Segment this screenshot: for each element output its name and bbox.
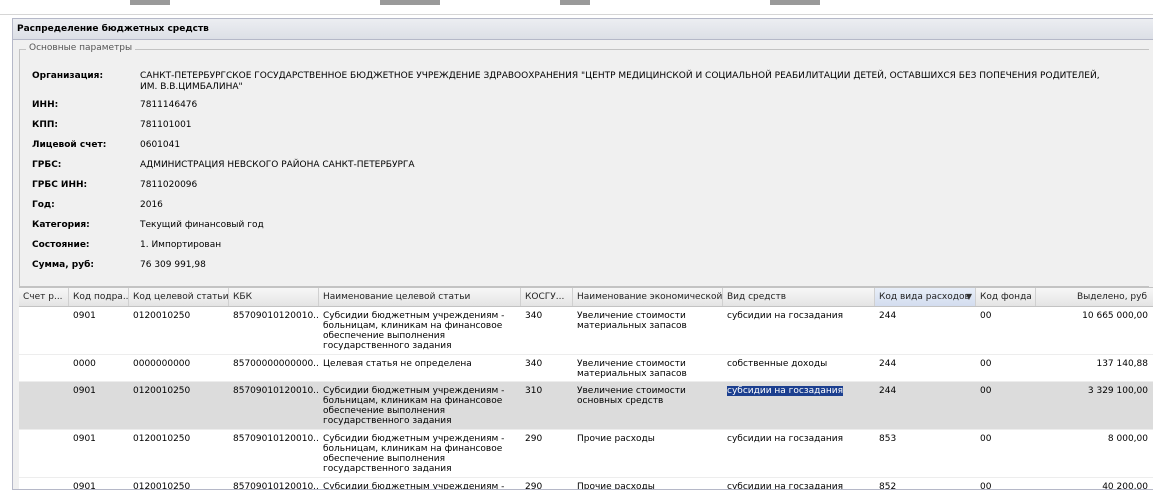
field-value: Текущий финансовый год [140,220,264,230]
field-label: ГРБС: [32,160,62,170]
col-header-kbk[interactable]: КБК [229,288,319,306]
cell-dept-code: 0901 [73,386,96,396]
cell-fund-code: 00 [980,311,992,321]
cell-funds-type: собственные доходы [727,359,828,369]
cell-dept-code: 0901 [73,311,96,321]
cell-allocated: 10 665 000,00 [1082,311,1148,321]
cell-econ-name: Увеличение стоимости материальных запасо… [577,311,687,331]
cell-dept-code: 0901 [73,482,96,490]
sort-desc-icon[interactable]: ▼ [966,288,972,306]
cell-econ-name: Прочие расходы [577,482,655,490]
field-value: САНКТ-ПЕТЕРБУРГСКОЕ ГОСУДАРСТВЕННОЕ БЮДЖ… [140,71,1100,92]
col-header-target-name[interactable]: Наименование целевой статьи [319,288,521,306]
cell-kosgu: 290 [525,434,543,444]
browser-toolbar-strip [0,0,1153,15]
field-label: Сумма, руб: [32,260,95,270]
cell-kbk: 85709010120010... [233,482,319,490]
field-value: 1. Импортирован [140,240,222,250]
field-label: Организация: [32,71,104,81]
cell-dept-code: 0000 [73,359,96,369]
field-label: ГРБС ИНН: [32,180,88,190]
cell-target-code: 0120010250 [133,311,191,321]
field-label: Год: [32,200,55,210]
col-header-label: Код вида расходов [879,292,970,302]
col-header-expense-code[interactable]: Код вида расходов ▼ [875,288,976,306]
field-label: Лицевой счет: [32,140,107,150]
panel-title: Распределение бюджетных средств [13,19,1153,40]
cell-fund-code: 00 [980,359,992,369]
col-header-fund-code[interactable]: Код фонда [976,288,1036,306]
table-row-selected[interactable]: 0901 0120010250 85709010120010... Субсид… [19,382,1153,430]
cell-econ-name: Увеличение стоимости материальных запасо… [577,359,687,379]
col-header-allocated[interactable]: Выделено, руб [1036,288,1153,306]
col-header-kosgu[interactable]: КОСГУ... [521,288,573,306]
cell-kosgu: 340 [525,359,543,369]
cell-kosgu: 310 [525,386,543,396]
table-row[interactable]: 0901 0120010250 85709010120010... Субсид… [19,307,1153,355]
table-row[interactable]: 0901 0120010250 85709010120010... Субсид… [19,430,1153,478]
cell-expense-code: 852 [879,482,897,490]
cell-kbk: 85709010120010... [233,311,319,321]
cell-econ-name: Прочие расходы [577,434,655,444]
field-value: АДМИНИСТРАЦИЯ НЕВСКОГО РАЙОНА САНКТ-ПЕТЕ… [140,160,415,170]
table-row[interactable]: 0901 0120010250 85709010120010... Субсид… [19,478,1153,490]
cell-target-code: 0120010250 [133,482,191,490]
field-value: 7811146476 [140,100,198,110]
cell-target-name: Субсидии бюджетным учреждениям - больниц… [323,311,505,351]
cell-expense-code: 853 [879,434,897,444]
cell-target-name: Субсидии бюджетным учреждениям - больниц… [323,386,505,426]
field-label: ИНН: [32,100,59,110]
field-label: Состояние: [32,240,90,250]
cell-target-code: 0120010250 [133,386,191,396]
cell-kosgu: 340 [525,311,543,321]
cell-fund-code: 00 [980,386,992,396]
cell-target-code: 0000000000 [133,359,191,369]
cell-target-name: Целевая статья не определена [323,359,472,369]
cell-kbk: 85700000000000... [233,359,319,369]
cell-target-name: Субсидии бюджетным учреждениям - [323,482,505,490]
cell-allocated: 3 329 100,00 [1087,386,1148,396]
cell-allocated: 137 140,88 [1096,359,1148,369]
col-header-account[interactable]: Счет р... [19,288,69,306]
cell-funds-type: субсидии на госзадания [723,386,875,396]
table-row[interactable]: 0000 0000000000 85700000000000... Целева… [19,355,1153,382]
cell-target-name: Субсидии бюджетным учреждениям - больниц… [323,434,505,474]
cell-target-code: 0120010250 [133,434,191,444]
field-value: 2016 [140,200,163,210]
field-label: Категория: [32,220,90,230]
cell-expense-code: 244 [879,359,897,369]
cell-fund-code: 00 [980,482,992,490]
grid-header: Счет р... Код подра... Код целевой стать… [19,288,1153,307]
field-value: 76 309 991,98 [140,260,206,270]
cell-kbk: 85709010120010... [233,434,319,444]
cell-allocated: 8 000,00 [1107,434,1148,444]
cell-econ-name: Увеличение стоимости основных средств [577,386,686,406]
col-header-funds-type[interactable]: Вид средств [723,288,875,306]
col-header-econ-name[interactable]: Наименование экономической ... [573,288,723,306]
col-header-target-code[interactable]: Код целевой статьи [129,288,229,306]
cell-funds-type: субсидии на госзадания [727,434,844,444]
cell-funds-type: субсидии на госзадания [727,482,844,490]
field-value: 7811020096 [140,180,198,190]
cell-kosgu: 290 [525,482,543,490]
cell-fund-code: 00 [980,434,992,444]
cell-funds-type: субсидии на госзадания [727,311,844,321]
budget-distribution-panel: Распределение бюджетных средств Основные… [12,18,1153,490]
cell-kbk: 85709010120010... [233,386,319,396]
main-params-fieldset: Основные параметры Организация: САНКТ-ПЕ… [19,43,1149,287]
fieldset-legend: Основные параметры [26,43,136,53]
cell-expense-code: 244 [879,386,897,396]
cell-expense-code: 244 [879,311,897,321]
distribution-grid: Счет р... Код подра... Код целевой стать… [19,287,1153,490]
col-header-dept-code[interactable]: Код подра... [69,288,129,306]
selected-text-highlight: субсидии на госзадания [727,386,844,396]
cell-allocated: 40 200,00 [1102,482,1148,490]
field-value: 781101001 [140,120,192,130]
field-label: КПП: [32,120,59,130]
cell-dept-code: 0901 [73,434,96,444]
field-value: 0601041 [140,140,181,150]
